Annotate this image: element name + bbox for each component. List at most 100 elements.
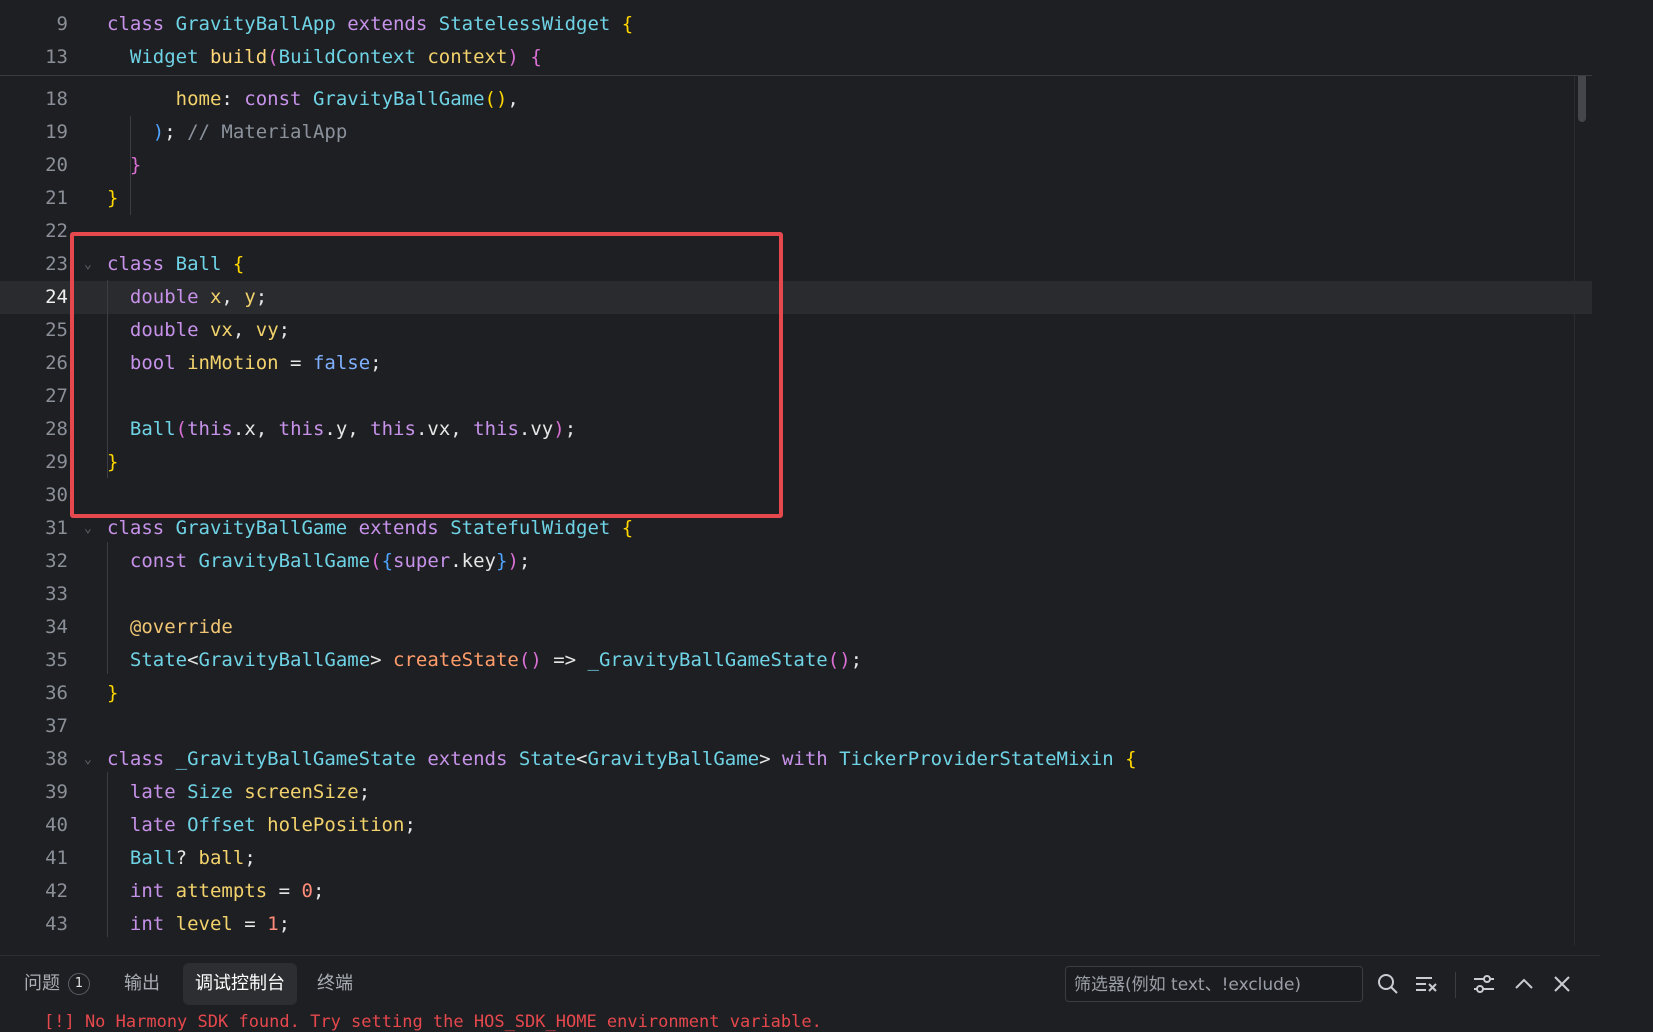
code-line-34[interactable]: 34 @override xyxy=(0,611,1592,644)
code-token: } xyxy=(107,187,119,209)
code-line-33[interactable]: 33 xyxy=(0,578,1592,611)
code-token: ? xyxy=(175,847,199,869)
code-token: int xyxy=(129,880,176,902)
code-line-37[interactable]: 37 xyxy=(0,710,1592,743)
code-token: level xyxy=(175,913,233,935)
code-token: } xyxy=(107,682,119,704)
code-line-20[interactable]: 20 } xyxy=(0,149,1592,182)
code-token: GravityBallGame xyxy=(312,88,485,110)
line-number: 31 xyxy=(45,517,68,539)
line-number: 35 xyxy=(45,649,68,671)
settings-sliders-icon[interactable] xyxy=(1470,970,1498,998)
code-token: ) xyxy=(507,46,519,68)
code-line-19[interactable]: 19 ); // MaterialApp xyxy=(0,116,1592,149)
code-token: ; xyxy=(850,649,863,671)
code-text: const GravityBallGame({super.key}); xyxy=(107,545,530,578)
tab-output-label: 输出 xyxy=(124,973,160,994)
problems-count-badge: 1 xyxy=(68,973,90,995)
code-line-39[interactable]: 39 late Size screenSize; xyxy=(0,776,1592,809)
line-number: 33 xyxy=(45,583,68,605)
code-line-42[interactable]: 42 int attempts = 0; xyxy=(0,875,1592,908)
close-icon[interactable] xyxy=(1548,970,1576,998)
code-line-21[interactable]: 21} xyxy=(0,182,1592,215)
code-line-35[interactable]: 35 State<GravityBallGame> createState() … xyxy=(0,644,1592,677)
code-token: extends xyxy=(358,517,451,539)
code-text: } xyxy=(107,182,118,215)
line-number: 9 xyxy=(56,13,68,35)
sticky-line-9[interactable]: 9 class GravityBallApp extends StatelessW… xyxy=(0,8,1592,41)
code-token: // MaterialApp xyxy=(175,121,348,143)
code-token: screenSize xyxy=(244,781,359,803)
code-token: late xyxy=(129,814,188,836)
line-number: 40 xyxy=(45,814,68,836)
code-text: Widget build(BuildContext context) { xyxy=(107,41,542,74)
line-number: 28 xyxy=(45,418,68,440)
tab-problems[interactable]: 问题 1 xyxy=(12,963,102,1005)
line-number: 21 xyxy=(45,187,68,209)
code-token: => xyxy=(541,649,588,671)
search-icon[interactable] xyxy=(1374,970,1402,998)
code-token: extends xyxy=(427,748,519,770)
code-token: GravityBallGame xyxy=(175,517,359,539)
code-line-36[interactable]: 36} xyxy=(0,677,1592,710)
line-number: 25 xyxy=(45,319,68,341)
code-token: StatefulWidget xyxy=(450,517,622,539)
tab-debug-console[interactable]: 调试控制台 xyxy=(183,963,297,1005)
code-token: context xyxy=(427,46,508,68)
line-number: 37 xyxy=(45,715,68,737)
sticky-line-13[interactable]: 13 Widget build(BuildContext context) { xyxy=(0,41,1592,74)
code-editor[interactable]: 18 home: const GravityBallGame(), 19 ); /… xyxy=(0,0,1600,950)
code-token: createState xyxy=(393,649,519,671)
debug-console-output-line: [!] No Harmony SDK found. Try setting th… xyxy=(44,1012,822,1032)
fold-chevron-icon[interactable]: ⌄ xyxy=(84,743,92,776)
code-token: : xyxy=(221,88,245,110)
line-number: 19 xyxy=(45,121,68,143)
line-number: 38 xyxy=(45,748,68,770)
indent-guide xyxy=(107,542,108,674)
filter-input[interactable]: 筛选器(例如 text、!exclude) xyxy=(1065,966,1363,1002)
code-token: { xyxy=(621,517,634,539)
line-number: 24 xyxy=(45,286,68,308)
code-line-32[interactable]: 32 const GravityBallGame({super.key}); xyxy=(0,545,1592,578)
code-line-18[interactable]: 18 home: const GravityBallGame(), xyxy=(0,83,1592,116)
line-number: 39 xyxy=(45,781,68,803)
code-token: with xyxy=(781,748,840,770)
code-token: 0 xyxy=(301,880,313,902)
code-token: State xyxy=(518,748,577,770)
code-text: Ball? ball; xyxy=(107,842,256,875)
code-token: > xyxy=(759,748,782,770)
code-token: () xyxy=(484,88,508,110)
code-line-40[interactable]: 40 late Offset holePosition; xyxy=(0,809,1592,842)
tab-terminal[interactable]: 终端 xyxy=(305,963,365,1005)
tab-debug-console-label: 调试控制台 xyxy=(195,973,285,994)
code-token: = xyxy=(267,880,302,902)
tab-output[interactable]: 输出 xyxy=(112,963,172,1005)
code-token: () xyxy=(827,649,851,671)
code-token: { xyxy=(381,550,394,572)
code-token: ; xyxy=(244,847,256,869)
tab-problems-label: 问题 xyxy=(24,973,60,994)
code-token: () xyxy=(518,649,542,671)
code-token: ; xyxy=(404,814,416,836)
vertical-scrollbar[interactable] xyxy=(1574,10,1591,945)
chevron-up-icon[interactable] xyxy=(1510,970,1538,998)
code-token: { xyxy=(530,46,542,68)
line-number: 29 xyxy=(45,451,68,473)
code-line-43[interactable]: 43 int level = 1; xyxy=(0,908,1592,941)
sticky-scroll-header[interactable]: 9 class GravityBallApp extends StatelessW… xyxy=(0,0,1592,76)
clear-console-icon[interactable] xyxy=(1412,970,1440,998)
toolbar-divider xyxy=(1455,972,1456,998)
code-line-41[interactable]: 41 Ball? ball; xyxy=(0,842,1592,875)
code-token: Size xyxy=(187,781,245,803)
code-text: @override xyxy=(107,611,233,644)
tab-terminal-label: 终端 xyxy=(317,973,353,994)
code-token: extends xyxy=(347,13,439,35)
line-number: 23 xyxy=(45,253,68,275)
highlight-box-ball-class xyxy=(70,232,783,518)
code-line-38[interactable]: 38 ⌄ class _GravityBallGameState extends S… xyxy=(0,743,1592,776)
code-token: < xyxy=(187,649,199,671)
